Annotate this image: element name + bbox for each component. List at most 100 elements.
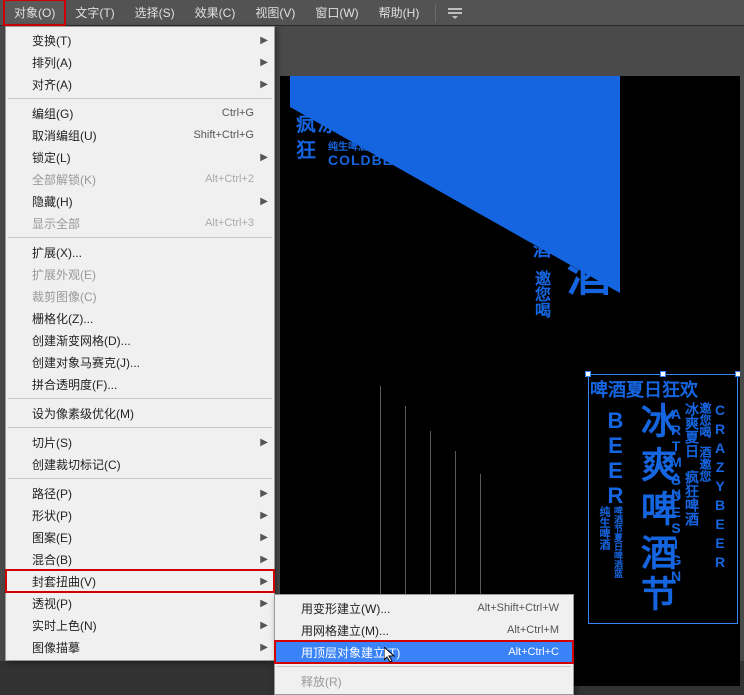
menu-item-label: 取消编组(U) [32, 127, 193, 144]
menu-item[interactable]: 图像描摹▶ [6, 636, 274, 658]
menu-item[interactable]: 锁定(L) ▶ [6, 146, 274, 168]
menu-item-label: 栅格化(Z)... [32, 310, 254, 327]
menu-item[interactable]: 创建对象马赛克(J)... [6, 351, 274, 373]
art-text: BEER [340, 106, 431, 140]
submenu-arrow-icon: ▶ [260, 642, 268, 653]
menu-item-label: 创建渐变网格(D)... [32, 332, 254, 349]
menu-item[interactable]: 透视(P)▶ [6, 592, 274, 614]
submenu-item[interactable]: 用顶层对象建立(T)Alt+Ctrl+C [275, 641, 573, 663]
menu-item[interactable]: 排列(A)▶ [6, 51, 274, 73]
menu-shortcut: Alt+Ctrl+2 [205, 173, 254, 185]
art-text: CRAZYBEER [600, 96, 618, 285]
menu-select[interactable]: 选择(S) [125, 0, 185, 25]
menu-window[interactable]: 窗口(W) [305, 0, 368, 25]
guide-line [380, 386, 381, 626]
selection-handle[interactable] [735, 371, 740, 377]
art-text: 凉 [318, 108, 338, 137]
menu-item[interactable]: 编组(G)Ctrl+G [6, 102, 274, 124]
menu-item[interactable]: 图案(E) ▶ [6, 526, 274, 548]
menu-item[interactable]: 创建裁切标记(C) [6, 453, 274, 475]
menu-separator [8, 98, 272, 99]
submenu-item-label: 用顶层对象建立(T) [301, 644, 508, 661]
submenu-item[interactable]: 用网格建立(M)...Alt+Ctrl+M [275, 619, 573, 641]
submenu-arrow-icon: ▶ [260, 532, 268, 543]
selection-handle[interactable] [585, 371, 591, 377]
menu-item: 扩展外观(E) [6, 263, 274, 285]
menu-item-label: 对齐(A) [32, 76, 254, 93]
submenu-arrow-icon: ▶ [260, 576, 268, 587]
submenu-arrow-icon: ▶ [260, 554, 268, 565]
menu-shortcut: Ctrl+G [222, 107, 254, 119]
menu-item[interactable]: 创建渐变网格(D)... [6, 329, 274, 351]
menu-item-label: 隐藏(H) [32, 193, 254, 210]
menu-item-label: 设为像素级优化(M) [32, 405, 254, 422]
menu-effect[interactable]: 效果(C) [185, 0, 246, 25]
menu-separator [8, 478, 272, 479]
submenu-item[interactable]: 用变形建立(W)...Alt+Shift+Ctrl+W [275, 597, 573, 619]
envelope-distort-submenu: 用变形建立(W)...Alt+Shift+Ctrl+W用网格建立(M)...Al… [274, 594, 574, 695]
menu-item-label: 透视(P) [32, 595, 254, 612]
menu-item[interactable]: 切片(S) ▶ [6, 431, 274, 453]
menu-item[interactable]: 封套扭曲(V)▶ [6, 570, 274, 592]
menu-separator [8, 237, 272, 238]
art-text: 啤酒狂欢节 [300, 82, 390, 108]
menu-item[interactable]: 对齐(A)▶ [6, 73, 274, 95]
menu-item[interactable]: 拼合透明度(F)... [6, 373, 274, 395]
menu-item-label: 变换(T) [32, 32, 254, 49]
selection-handle[interactable] [660, 371, 666, 377]
menu-item-label: 裁剪图像(C) [32, 288, 254, 305]
guide-line [405, 406, 406, 626]
art-text: 纯生啤酒冰爽夏日啤酒节邀您畅饮 [328, 138, 478, 153]
menu-item: 全部解锁(K)Alt+Ctrl+2 [6, 168, 274, 190]
collapse-button[interactable] [442, 3, 468, 23]
art-text: 狂 [296, 134, 316, 163]
menu-item-label: 图案(E) [32, 529, 254, 546]
menu-item[interactable]: 路径(P)▶ [6, 482, 274, 504]
submenu-arrow-icon: ▶ [260, 437, 268, 448]
menu-item[interactable]: 形状(P)▶ [6, 504, 274, 526]
menu-item[interactable]: 扩展(X)... [6, 241, 274, 263]
menu-item-label: 拼合透明度(F)... [32, 376, 254, 393]
selection-box[interactable] [588, 374, 738, 624]
art-text: 疯狂啤酒 [528, 186, 554, 258]
menu-item-label: 编组(G) [32, 105, 222, 122]
collapse-icon [447, 7, 463, 19]
menu-item-label: 实时上色(N) [32, 617, 254, 634]
menu-item[interactable]: 实时上色(N)▶ [6, 614, 274, 636]
menu-item-label: 路径(P) [32, 485, 254, 502]
menu-item-label: 创建对象马赛克(J)... [32, 354, 254, 371]
menu-item-label: 锁定(L) [32, 149, 254, 166]
submenu-arrow-icon: ▶ [260, 510, 268, 521]
menu-type[interactable]: 文字(T) [65, 0, 124, 25]
menu-item-label: 扩展外观(E) [32, 266, 254, 283]
submenu-arrow-icon: ▶ [260, 152, 268, 163]
menu-separator [277, 666, 571, 667]
menu-item-label: 切片(S) [32, 434, 254, 451]
menu-item[interactable]: 隐藏(H) ▶ [6, 190, 274, 212]
menu-item-label: 创建裁切标记(C) [32, 456, 254, 473]
menu-help[interactable]: 帮助(H) [369, 0, 430, 25]
submenu-arrow-icon: ▶ [260, 35, 268, 46]
art-text: ARTMAN [462, 106, 514, 120]
menu-item[interactable]: 混合(B) ▶ [6, 548, 274, 570]
menu-item[interactable]: 设为像素级优化(M) [6, 402, 274, 424]
menu-object[interactable]: 对象(O) [4, 0, 65, 25]
menu-item[interactable]: 变换(T) ▶ [6, 29, 274, 51]
menu-item: 裁剪图像(C) [6, 285, 274, 307]
submenu-arrow-icon: ▶ [260, 196, 268, 207]
art-text: 冰爽夏日 [528, 102, 554, 174]
submenu-item: 释放(R) [275, 670, 573, 692]
submenu-item-label: 释放(R) [301, 673, 559, 690]
menu-item[interactable]: 栅格化(Z)... [6, 307, 274, 329]
menu-item: 显示全部Alt+Ctrl+3 [6, 212, 274, 234]
art-text: 疯 [296, 108, 316, 137]
submenu-item-label: 用变形建立(W)... [301, 600, 477, 617]
object-menu-dropdown: 变换(T)▶排列(A)▶对齐(A)▶编组(G)Ctrl+G取消编组(U)Shif… [5, 26, 275, 661]
submenu-item-label: 用网格建立(M)... [301, 622, 507, 639]
menu-view[interactable]: 视图(V) [245, 0, 305, 25]
art-text: SDESIGN [462, 120, 516, 134]
menu-item-label: 混合(B) [32, 551, 254, 568]
menu-shortcut: Alt+Ctrl+M [507, 624, 559, 636]
menu-item[interactable]: 取消编组(U)Shift+Ctrl+G [6, 124, 274, 146]
menu-shortcut: Alt+Shift+Ctrl+W [477, 602, 559, 614]
